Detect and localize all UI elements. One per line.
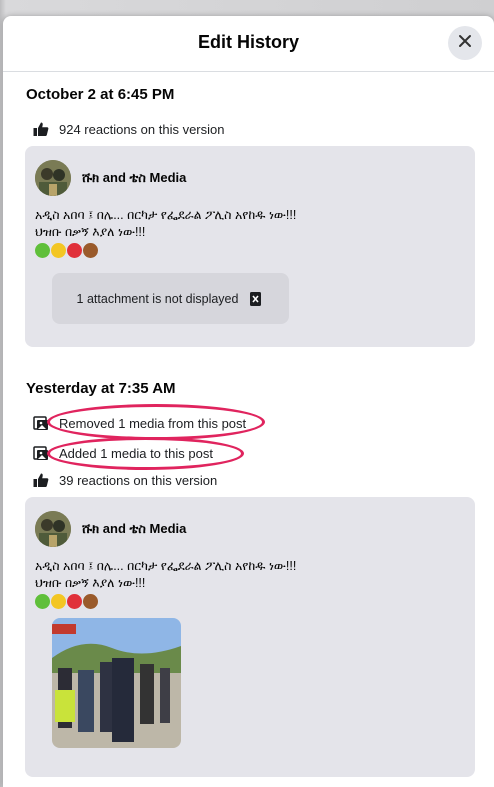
raised-fist-icon bbox=[83, 243, 98, 258]
media-removed-icon bbox=[33, 415, 49, 431]
edit-history-dialog: Edit History October 2 at 6:45 PM 924 re… bbox=[3, 16, 494, 787]
reactions-count: 924 reactions on this version bbox=[59, 121, 225, 137]
green-heart-icon bbox=[35, 594, 50, 609]
yellow-heart-icon bbox=[51, 243, 66, 258]
post-preview-card: ሹክ and ቴስ Media አዲስ አበባ ፤ በሌ... በርካታ የፌደ… bbox=[25, 146, 475, 347]
post-preview-card: ሹክ and ቴስ Media አዲስ አበባ ፤ በሌ... በርካታ የፌደ… bbox=[25, 497, 475, 777]
dialog-header: Edit History bbox=[3, 16, 494, 72]
change-row-added: Added 1 media to this post bbox=[33, 444, 213, 462]
red-heart-icon bbox=[67, 243, 82, 258]
dialog-title: Edit History bbox=[197, 32, 299, 52]
reactions-count: 39 reactions on this version bbox=[59, 472, 218, 488]
hidden-attachment-notice: 1 attachment is not displayed bbox=[52, 273, 289, 324]
author-name[interactable]: ሹክ and ቴስ Media bbox=[82, 521, 186, 537]
attachment-note: 1 attachment is not displayed bbox=[76, 291, 239, 306]
version-date: October 2 at 6:45 PM bbox=[26, 86, 175, 103]
change-text: Removed 1 media from this post bbox=[59, 415, 247, 431]
hidden-attachment-icon bbox=[248, 291, 264, 307]
reactions-row: 39 reactions on this version bbox=[33, 471, 217, 489]
close-icon bbox=[458, 34, 472, 53]
thumbs-up-icon bbox=[33, 121, 49, 137]
media-added-icon bbox=[33, 445, 49, 461]
post-text: አዲስ አበባ ፤ በሌ... በርካታ የፌደራል ፖሊስ አየከዱ ነው!!… bbox=[35, 207, 296, 241]
change-text: Added 1 media to this post bbox=[59, 445, 213, 461]
emoji-row bbox=[35, 594, 98, 609]
post-text-line: ህዝቡ በቃኝ እያለ ነው!!! bbox=[35, 576, 146, 590]
post-text: አዲስ አበባ ፤ በሌ... በርካታ የፌደራል ፖሊስ አየከዱ ነው!!… bbox=[35, 558, 296, 592]
reactions-row: 924 reactions on this version bbox=[33, 120, 224, 138]
post-author: ሹክ and ቴስ Media bbox=[35, 160, 186, 196]
change-row-removed: Removed 1 media from this post bbox=[33, 414, 246, 432]
emoji-row bbox=[35, 243, 98, 258]
green-heart-icon bbox=[35, 243, 50, 258]
post-text-line: ህዝቡ በቃኝ እያለ ነው!!! bbox=[35, 225, 146, 239]
thumbs-up-icon bbox=[33, 472, 49, 488]
red-heart-icon bbox=[67, 594, 82, 609]
version-date: Yesterday at 7:35 AM bbox=[26, 380, 176, 397]
post-author: ሹክ and ቴስ Media bbox=[35, 511, 186, 547]
post-text-line: አዲስ አበባ ፤ በሌ... በርካታ የፌደራል ፖሊስ አየከዱ ነው!!… bbox=[35, 559, 297, 573]
post-photo[interactable] bbox=[52, 618, 181, 748]
author-name[interactable]: ሹክ and ቴስ Media bbox=[82, 170, 186, 186]
avatar bbox=[35, 160, 71, 196]
close-button[interactable] bbox=[448, 26, 482, 60]
raised-fist-icon bbox=[83, 594, 98, 609]
yellow-heart-icon bbox=[51, 594, 66, 609]
post-text-line: አዲስ አበባ ፤ በሌ... በርካታ የፌደራል ፖሊስ አየከዱ ነው!!… bbox=[35, 208, 297, 222]
avatar bbox=[35, 511, 71, 547]
